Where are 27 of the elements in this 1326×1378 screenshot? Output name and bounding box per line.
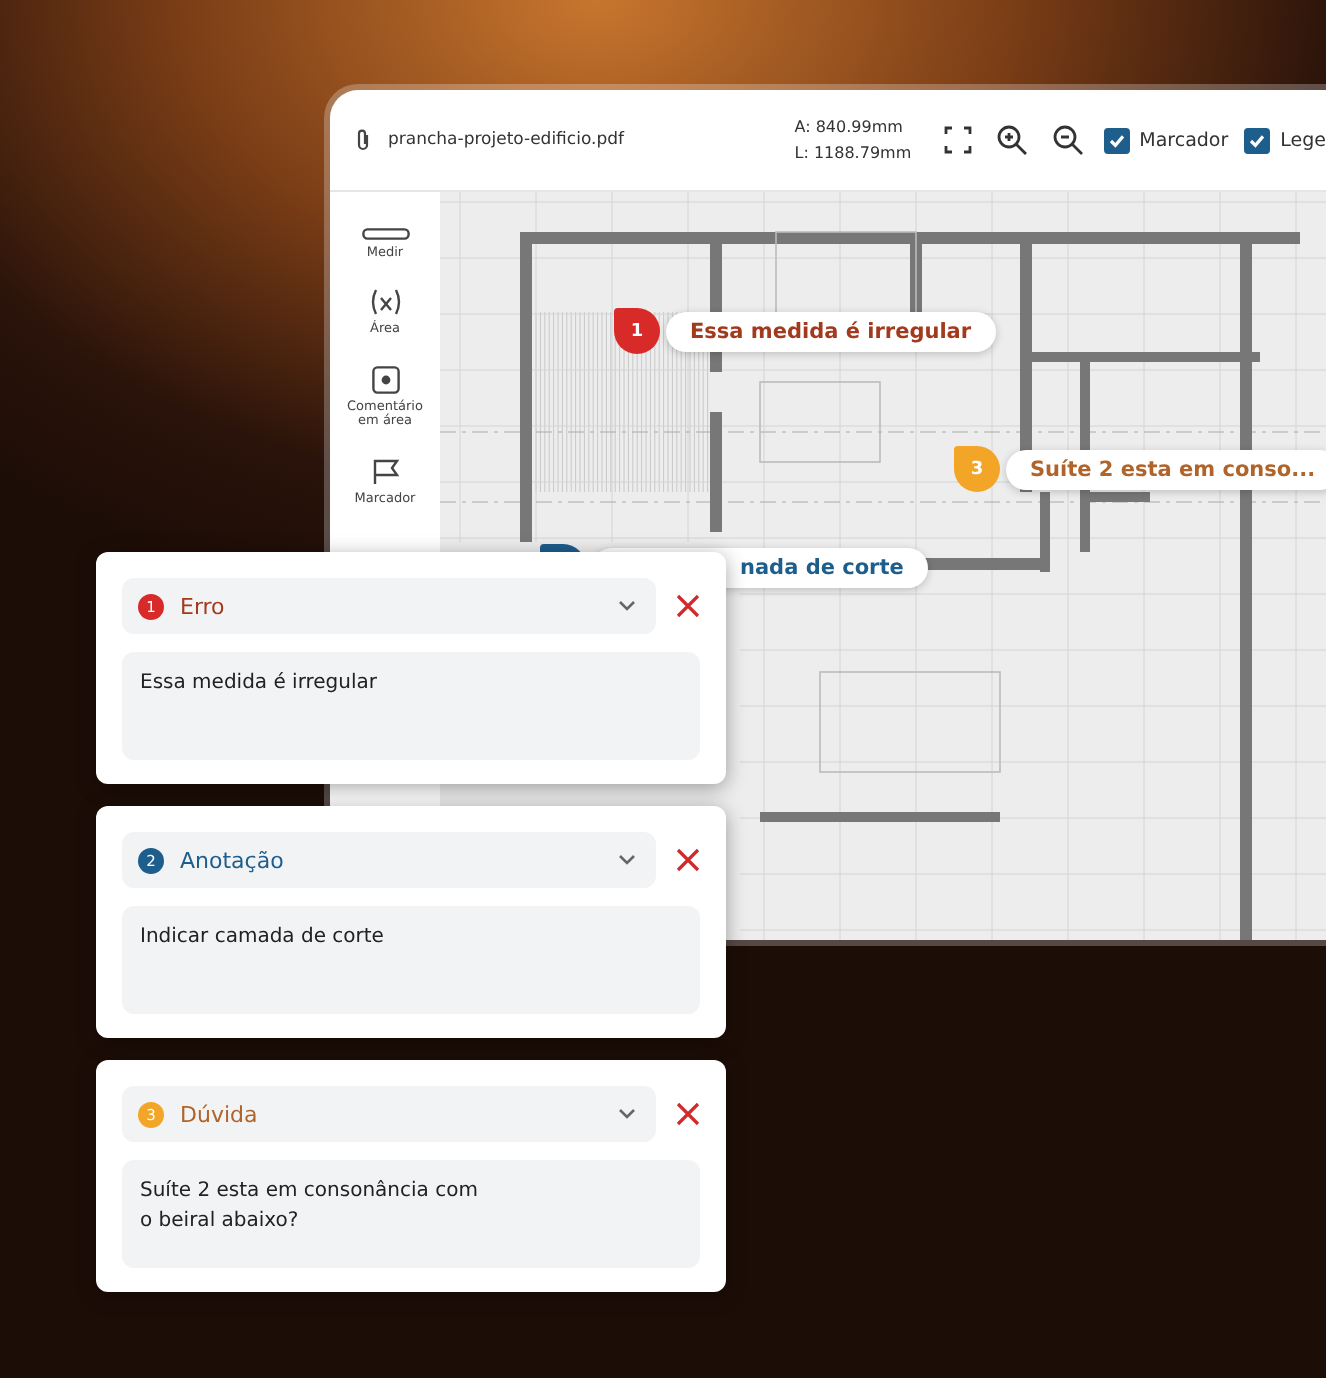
dimension-text: L: 1188.79mm (794, 144, 912, 162)
close-icon[interactable] (676, 848, 700, 872)
checkbox[interactable] (1244, 127, 1271, 153)
file-name: prancha-projeto-edificio.pdf (388, 130, 624, 150)
chevron-down-icon (618, 854, 636, 866)
close-icon[interactable] (676, 1102, 700, 1126)
close-icon[interactable] (676, 594, 700, 618)
pin-label: Essa medida é irregular (666, 311, 996, 351)
checkbox-label: Lege (1280, 129, 1326, 151)
target-square-icon (371, 365, 399, 394)
flag-icon (371, 457, 399, 486)
variable-icon (367, 288, 403, 317)
dimension-text: A: 840.99mm (794, 118, 905, 136)
comment-field[interactable]: Suíte 2 esta em consonância com o beiral abaixo? (122, 1160, 700, 1268)
comment-field[interactable]: Essa medida é irregular (122, 652, 700, 760)
chevron-down-icon (618, 1108, 636, 1120)
pin-label: Suíte 2 esta em conso... (1006, 449, 1326, 489)
paperclip-icon (354, 128, 372, 152)
checkbox[interactable] (1103, 127, 1130, 153)
pin-marker[interactable]: 1 (614, 308, 660, 354)
checkmark-icon (1248, 131, 1267, 149)
ruler-icon (361, 228, 409, 240)
fullscreen-icon[interactable] (939, 122, 976, 158)
checkmark-icon (1107, 131, 1126, 149)
checkbox-label: Marcador (1139, 129, 1229, 151)
chevron-down-icon (618, 600, 636, 612)
comment-field[interactable]: Indicar camada de corte (122, 906, 700, 1014)
